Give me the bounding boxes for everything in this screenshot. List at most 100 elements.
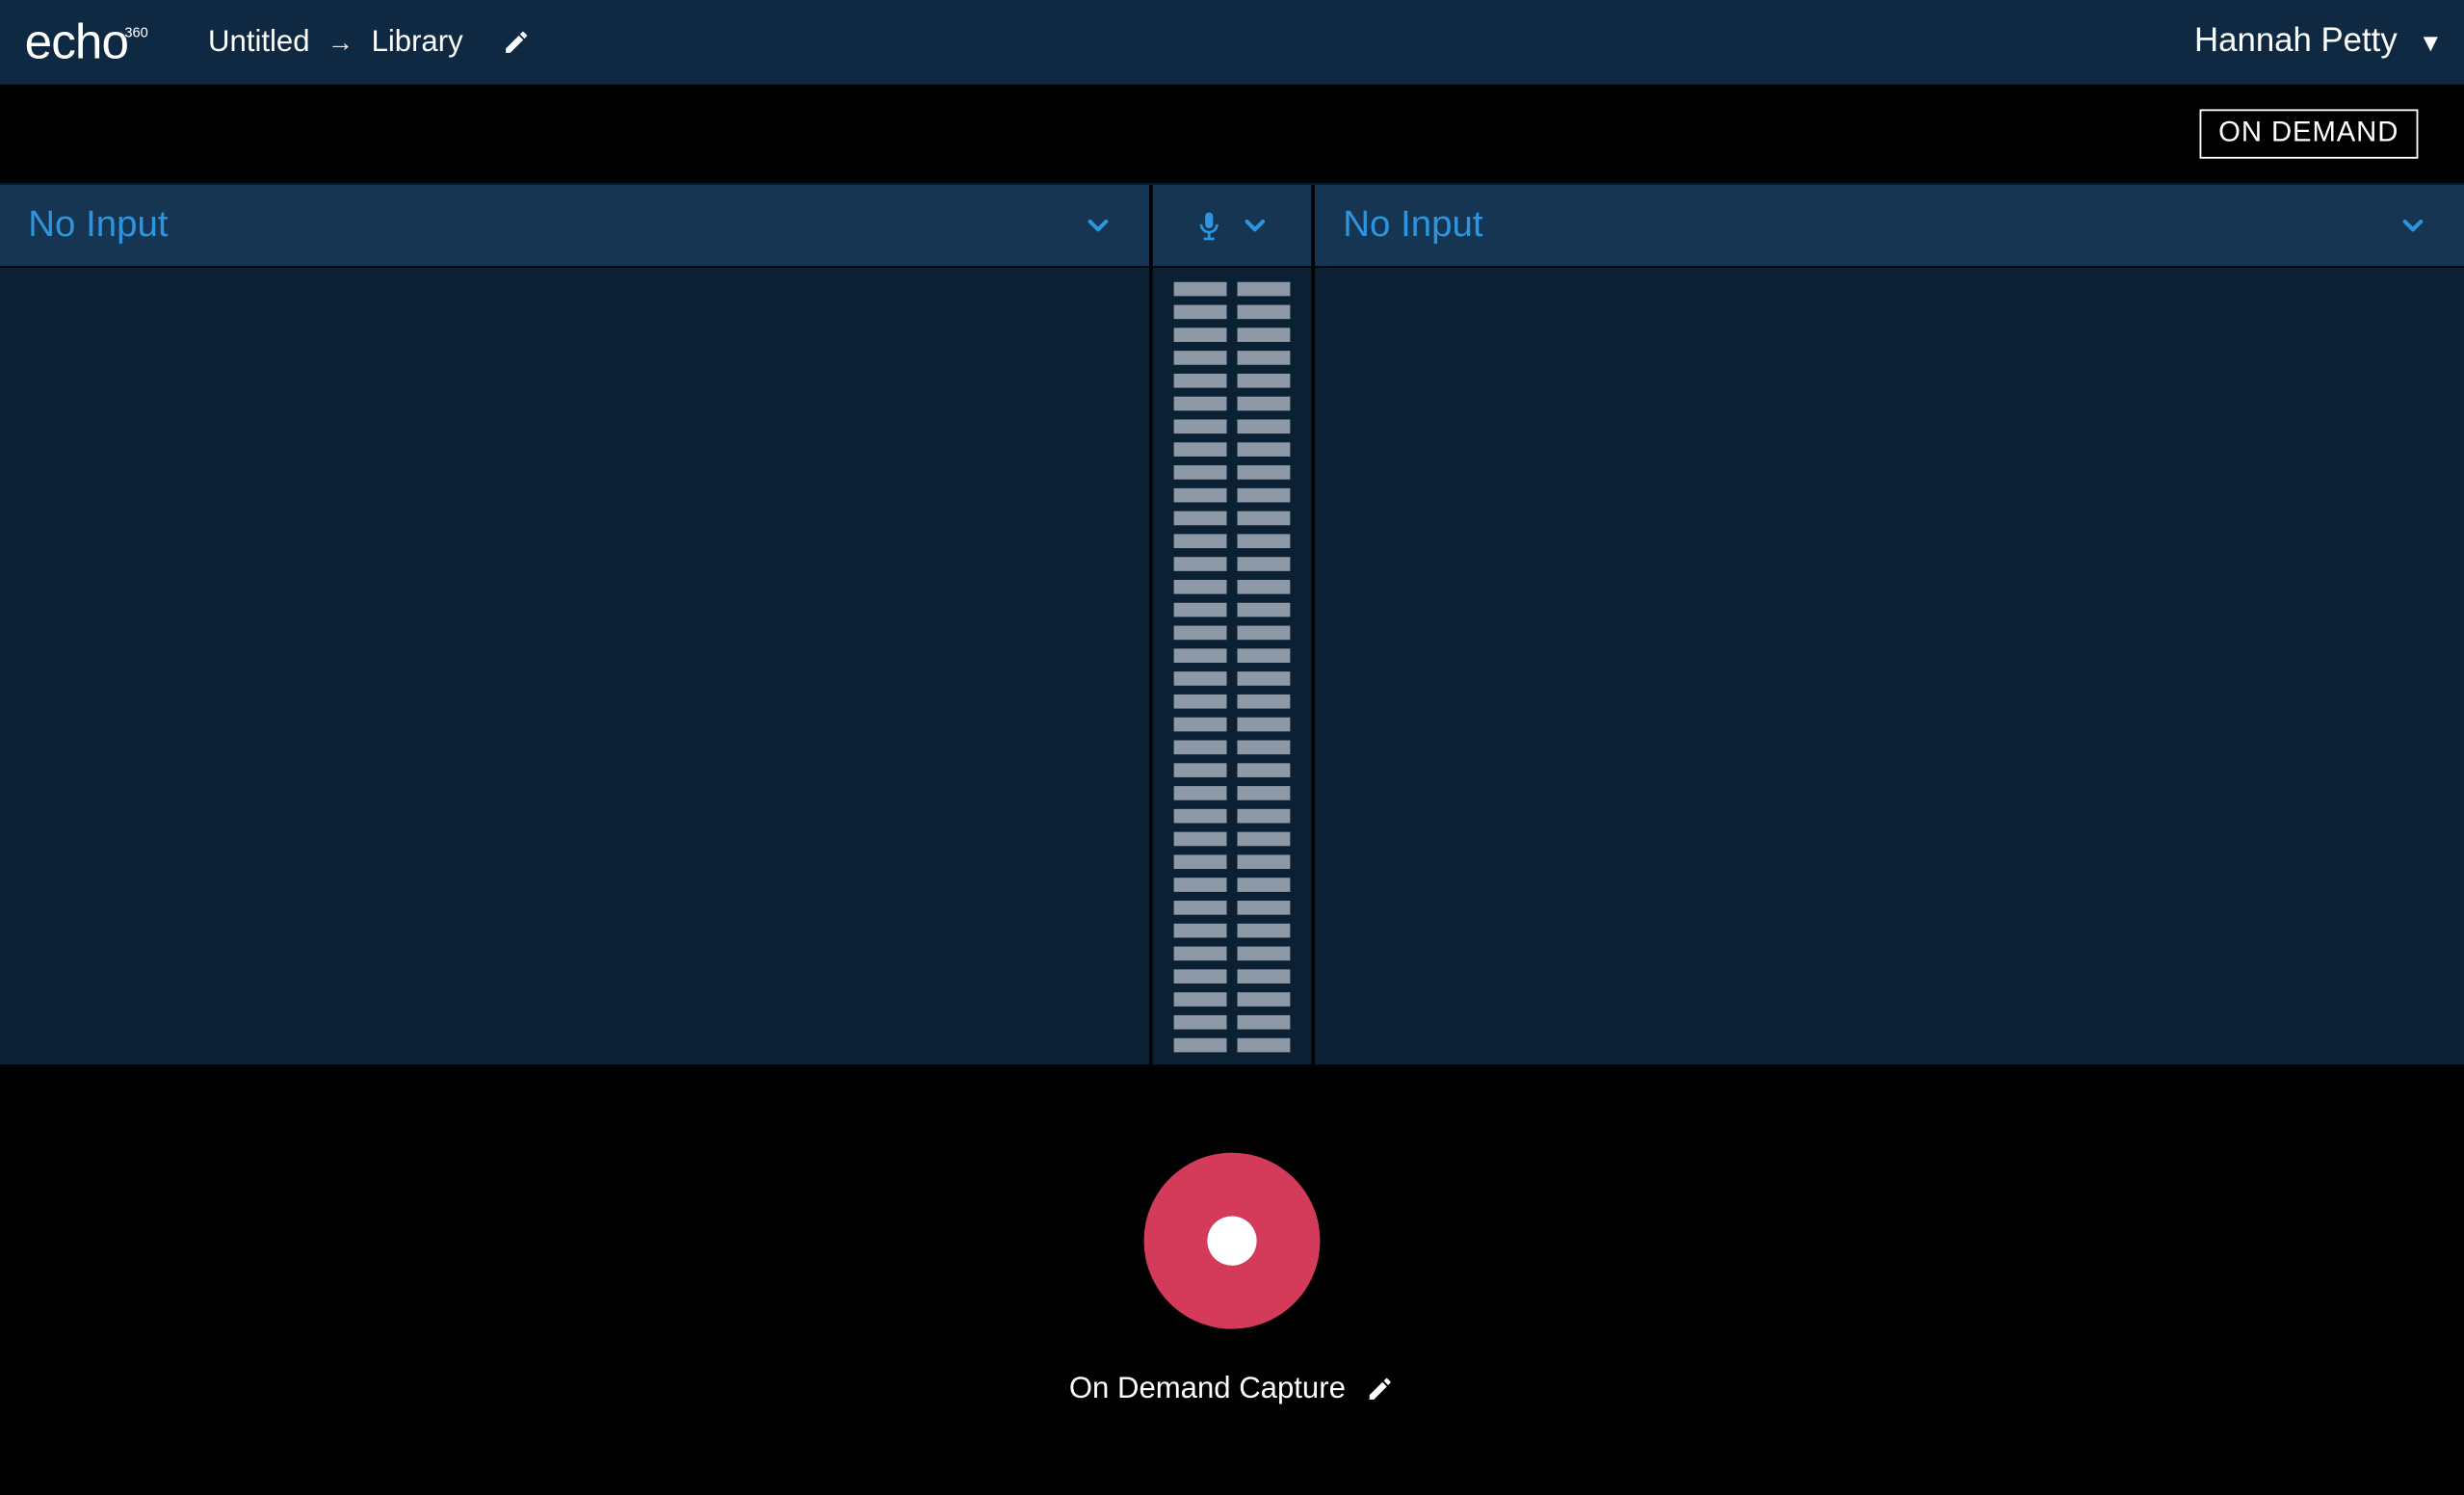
meter-segment [1174, 969, 1227, 984]
status-strip: ON DEMAND [0, 85, 2464, 183]
meter-segment [1174, 305, 1227, 320]
user-menu[interactable]: Hannah Petty ▼ [2194, 23, 2443, 62]
meter-segment [1237, 1015, 1290, 1030]
meter-segment [1174, 901, 1227, 915]
meter-segment [1174, 878, 1227, 892]
meter-segment [1237, 305, 1290, 320]
audio-meter [1153, 268, 1312, 1064]
meter-segment [1237, 695, 1290, 709]
meter-segment [1237, 854, 1290, 869]
meter-segment [1237, 557, 1290, 571]
user-name: Hannah Petty [2194, 23, 2398, 62]
meter-segment [1174, 626, 1227, 641]
meter-segment [1237, 786, 1290, 800]
pencil-icon [1367, 1375, 1395, 1403]
microphone-icon [1193, 206, 1225, 245]
meter-segment [1174, 924, 1227, 938]
meter-segment [1237, 718, 1290, 732]
left-preview [0, 268, 1153, 1064]
meter-segment [1237, 351, 1290, 365]
chevron-down-icon [1239, 210, 1271, 242]
meter-segment [1174, 1038, 1227, 1053]
meter-segment [1237, 947, 1290, 961]
breadcrumb: Untitled → Library [208, 25, 530, 61]
meter-segment [1237, 763, 1290, 777]
meter-segment [1174, 648, 1227, 663]
meter-segment [1174, 718, 1227, 732]
meter-segment [1237, 282, 1290, 297]
meter-segment [1174, 511, 1227, 526]
caret-down-icon: ▼ [2419, 28, 2443, 56]
source-bar: No Input No Input [0, 183, 2464, 268]
logo[interactable]: echo360 [25, 14, 152, 71]
status-badge: ON DEMAND [2199, 109, 2418, 158]
meter-segment [1174, 442, 1227, 457]
meter-segment [1237, 397, 1290, 411]
meter-segment [1174, 947, 1227, 961]
meter-segment [1237, 419, 1290, 433]
meter-segment [1237, 671, 1290, 686]
capture-destination[interactable]: Library [372, 25, 463, 61]
meter-segment [1174, 419, 1227, 433]
capture-title[interactable]: Untitled [208, 25, 309, 61]
meter-segment [1237, 488, 1290, 503]
meter-segment [1174, 786, 1227, 800]
left-source-selector[interactable]: No Input [0, 185, 1153, 266]
chevron-down-icon [1082, 210, 1114, 242]
meter-segment [1237, 832, 1290, 847]
audio-meter-right [1237, 282, 1290, 1064]
preview-area [0, 268, 2464, 1064]
meter-segment [1237, 626, 1290, 641]
meter-segment [1174, 740, 1227, 754]
record-panel: On Demand Capture [0, 1064, 2464, 1494]
meter-segment [1174, 488, 1227, 503]
meter-segment [1174, 671, 1227, 686]
app-header: echo360 Untitled → Library Hannah Petty … [0, 0, 2464, 85]
record-button[interactable] [1144, 1153, 1321, 1329]
meter-segment [1174, 832, 1227, 847]
meter-segment [1174, 557, 1227, 571]
logo-text: echo [25, 14, 128, 71]
meter-segment [1237, 328, 1290, 342]
chevron-down-icon [2397, 210, 2428, 242]
meter-segment [1237, 603, 1290, 617]
meter-segment [1237, 534, 1290, 548]
meter-segment [1237, 901, 1290, 915]
arrow-right-icon: → [328, 27, 354, 57]
meter-segment [1174, 534, 1227, 548]
meter-segment [1174, 1015, 1227, 1030]
meter-segment [1174, 328, 1227, 342]
meter-segment [1174, 351, 1227, 365]
audio-meter-left [1174, 282, 1227, 1064]
logo-superscript: 360 [124, 25, 147, 40]
meter-segment [1237, 992, 1290, 1007]
meter-segment [1237, 511, 1290, 526]
right-source-label: No Input [1343, 204, 1482, 247]
pencil-icon [502, 28, 530, 56]
meter-segment [1237, 969, 1290, 984]
meter-segment [1237, 1038, 1290, 1053]
left-source-label: No Input [28, 204, 168, 247]
audio-source-selector[interactable] [1153, 185, 1312, 266]
edit-capture-name-button[interactable] [1367, 1375, 1395, 1403]
right-source-selector[interactable]: No Input [1311, 185, 2464, 266]
meter-segment [1174, 603, 1227, 617]
meter-segment [1174, 465, 1227, 480]
capture-label-row: On Demand Capture [1069, 1372, 1395, 1407]
meter-segment [1237, 924, 1290, 938]
meter-segment [1237, 465, 1290, 480]
right-preview [1311, 268, 2464, 1064]
meter-segment [1237, 580, 1290, 594]
meter-segment [1237, 648, 1290, 663]
meter-segment [1174, 397, 1227, 411]
edit-title-button[interactable] [502, 28, 530, 56]
meter-segment [1237, 740, 1290, 754]
meter-segment [1174, 809, 1227, 824]
meter-segment [1237, 878, 1290, 892]
meter-segment [1174, 992, 1227, 1007]
meter-segment [1174, 763, 1227, 777]
record-indicator [1207, 1217, 1256, 1266]
meter-segment [1174, 282, 1227, 297]
meter-segment [1174, 580, 1227, 594]
meter-segment [1174, 695, 1227, 709]
